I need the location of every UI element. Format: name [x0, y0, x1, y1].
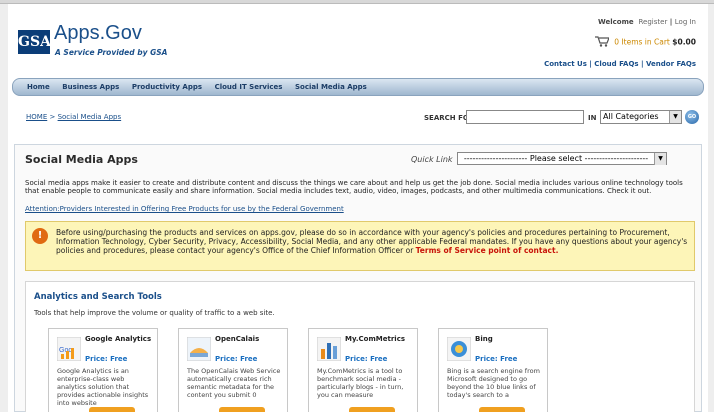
card-name[interactable]: Bing — [475, 335, 545, 343]
policy-alert: ! Before using/purchasing the products a… — [25, 221, 695, 271]
alert-end: . — [555, 246, 559, 255]
top-links[interactable]: Contact Us | Cloud FAQs | Vendor FAQs — [544, 60, 696, 68]
app-card-google-analytics[interactable]: Goo Google Analytics Price: Free Google … — [48, 328, 158, 412]
intro-text: Social media apps make it easier to crea… — [25, 179, 683, 196]
bing-icon — [446, 336, 472, 362]
card-desc: Bing is a search engine from Microsoft d… — [447, 367, 540, 399]
page-title: Social Media Apps — [25, 153, 138, 166]
app-card-bing[interactable]: Bing Price: Free Bing is a search engine… — [438, 328, 548, 412]
search-in-label: IN — [588, 114, 597, 122]
alert-body: Before using/purchasing the products and… — [56, 228, 688, 255]
main-nav: Home Business Apps Productivity Apps Clo… — [12, 78, 704, 96]
card-price: Price: Free — [85, 355, 128, 363]
attention-link[interactable]: Attention:Providers Interested in Offeri… — [25, 205, 344, 213]
main-panel: Social Media Apps Quick Link -----------… — [14, 144, 702, 412]
card-name[interactable]: My.ComMetrics — [345, 335, 415, 343]
go-button[interactable]: GO — [685, 110, 699, 124]
register-link[interactable]: Register — [639, 18, 668, 26]
card-name[interactable]: Google Analytics — [85, 335, 155, 343]
card-price: Price: Free — [475, 355, 518, 363]
nav-home[interactable]: Home — [27, 79, 50, 96]
nav-productivity-apps[interactable]: Productivity Apps — [132, 79, 202, 96]
nav-cloud-it-services[interactable]: Cloud IT Services — [215, 79, 283, 96]
svg-text:Goo: Goo — [59, 347, 72, 354]
welcome-bar: Welcome Register | Log In — [598, 18, 696, 26]
separator: | — [669, 18, 673, 26]
cart-summary[interactable]: 0 Items in Cart $0.00 — [594, 36, 696, 49]
breadcrumb: HOME > Social Media Apps — [26, 113, 121, 121]
terms-of-service-link[interactable]: Terms of Service point of contact — [416, 246, 556, 255]
chevron-down-icon: ▼ — [669, 111, 681, 123]
card-desc: The OpenCalais Web Service automatically… — [187, 367, 281, 399]
card-price: Price: Free — [345, 355, 388, 363]
card-action-button[interactable] — [479, 407, 525, 412]
tools-section: Analytics and Search Tools Tools that he… — [25, 281, 695, 412]
alert-icon: ! — [32, 228, 48, 244]
site-tagline: A Service Provided by GSA — [55, 48, 168, 57]
breadcrumb-sep: > — [47, 113, 58, 121]
site-name: Apps.Gov — [54, 22, 142, 44]
gsa-logo: GSA — [18, 30, 51, 54]
commetrics-icon — [316, 336, 342, 362]
breadcrumb-current[interactable]: Social Media Apps — [58, 113, 122, 121]
breadcrumb-home[interactable]: HOME — [26, 113, 47, 121]
quick-link-label: Quick Link — [411, 155, 453, 164]
alert-text: Before using/purchasing the products and… — [56, 228, 690, 255]
app-card-opencalais[interactable]: OpenCalais Price: Free The OpenCalais We… — [178, 328, 288, 412]
go-icon: GO — [687, 114, 697, 120]
welcome-label: Welcome — [598, 18, 634, 26]
category-select[interactable]: All Categories ▼ — [600, 110, 682, 124]
card-desc: My.ComMetrics is a tool to benchmark soc… — [317, 367, 404, 399]
category-value: All Categories — [603, 112, 659, 121]
nav-business-apps[interactable]: Business Apps — [62, 79, 119, 96]
cart-icon — [594, 36, 610, 49]
quick-link-value: ---------------------- Please select ---… — [463, 154, 649, 163]
login-link[interactable]: Log In — [675, 18, 696, 26]
quick-link-select[interactable]: ---------------------- Please select ---… — [457, 152, 667, 165]
cart-amount: $0.00 — [672, 37, 696, 47]
page: GSA Apps.Gov A Service Provided by GSA W… — [8, 4, 708, 412]
chevron-down-icon: ▼ — [654, 153, 666, 165]
card-action-button[interactable] — [349, 407, 395, 412]
nav-social-media-apps[interactable]: Social Media Apps — [295, 79, 367, 96]
app-card-commetrics[interactable]: My.ComMetrics Price: Free My.ComMetrics … — [308, 328, 418, 412]
card-action-button[interactable] — [89, 407, 135, 412]
card-price: Price: Free — [215, 355, 258, 363]
card-action-button[interactable] — [219, 407, 265, 412]
card-desc: Google Analytics is an enterprise-class … — [57, 367, 149, 407]
search-input[interactable] — [466, 110, 584, 124]
cart-items: 0 Items in Cart — [614, 37, 670, 47]
card-name[interactable]: OpenCalais — [215, 335, 285, 343]
google-analytics-icon: Goo — [56, 336, 82, 362]
section-title: Analytics and Search Tools — [34, 292, 162, 302]
section-desc: Tools that help improve the volume or qu… — [34, 309, 275, 317]
opencalais-icon — [186, 336, 212, 362]
